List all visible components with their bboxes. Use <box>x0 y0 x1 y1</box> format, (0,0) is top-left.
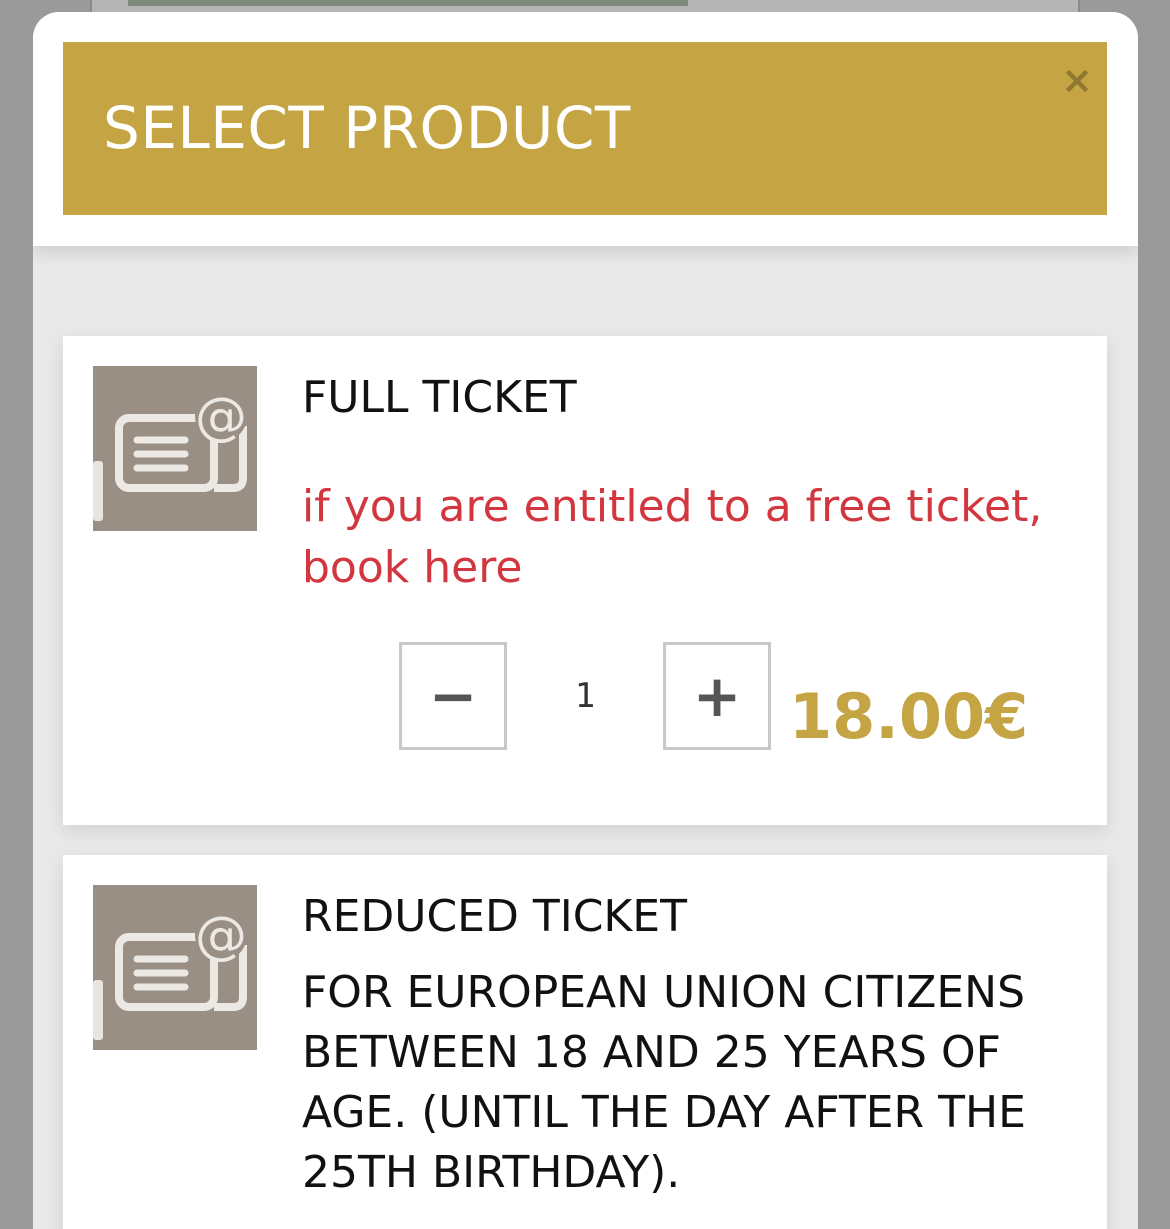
plus-icon: + <box>692 662 742 730</box>
minus-icon: − <box>428 662 478 730</box>
e-ticket-icon: @ <box>93 885 257 1050</box>
svg-text:@: @ <box>195 387 247 447</box>
product-name: FULL TICKET <box>302 372 577 423</box>
select-product-modal: SELECT PRODUCT × @ FULL TICKET if you ar… <box>33 12 1138 1229</box>
e-ticket-icon: @ <box>93 366 257 531</box>
svg-text:@: @ <box>195 906 247 966</box>
product-description: FOR EUROPEAN UNION CITIZENS BETWEEN 18 A… <box>302 967 1026 1198</box>
product-card-full-ticket: @ FULL TICKET if you are entitled to a f… <box>63 336 1107 825</box>
modal-header: SELECT PRODUCT × <box>33 12 1138 246</box>
decrease-quantity-button[interactable]: − <box>399 642 507 750</box>
header-band: SELECT PRODUCT × <box>63 42 1107 215</box>
free-ticket-link[interactable]: if you are entitled to a free ticket, bo… <box>302 476 1062 598</box>
product-name: REDUCED TICKET <box>302 891 687 942</box>
backdrop-strip <box>128 0 688 6</box>
close-icon[interactable]: × <box>1057 60 1097 100</box>
modal-title: SELECT PRODUCT <box>103 94 631 162</box>
product-price: 18.00€ <box>789 680 1029 753</box>
product-card-reduced-ticket: @ REDUCED TICKET FOR EUROPEAN UNION CITI… <box>63 855 1107 1229</box>
quantity-value[interactable]: 1 <box>533 676 637 716</box>
increase-quantity-button[interactable]: + <box>663 642 771 750</box>
